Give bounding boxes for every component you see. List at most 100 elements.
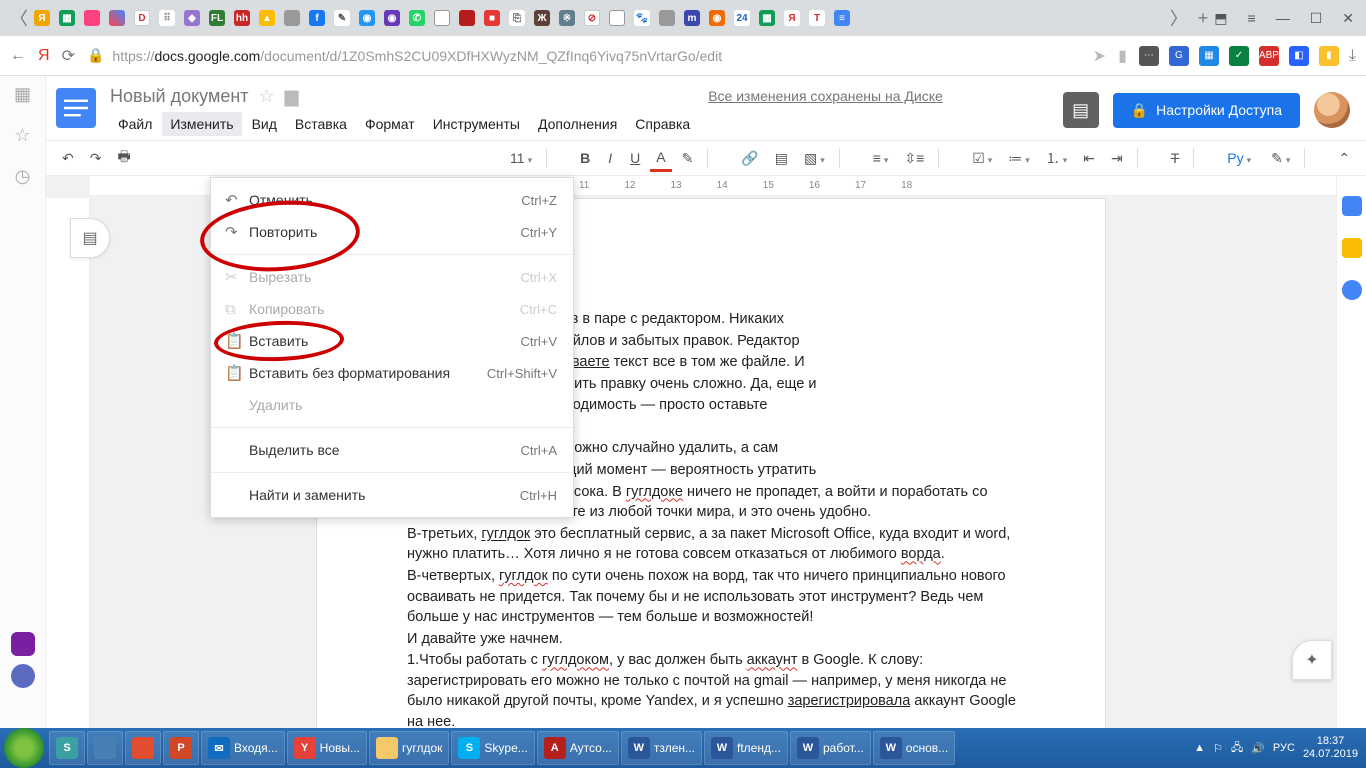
ext-icon[interactable]: ⋯ xyxy=(1139,46,1159,66)
star-icon[interactable]: ☆ xyxy=(14,125,30,146)
send-icon[interactable]: ➤ xyxy=(1093,46,1106,66)
tab-fav[interactable] xyxy=(284,10,300,26)
tray-up-icon[interactable]: ▲ xyxy=(1194,742,1205,754)
taskbar-item[interactable]: Wтзлен... xyxy=(621,731,702,765)
tab-fav[interactable]: Т xyxy=(809,10,825,26)
tab-fav[interactable] xyxy=(84,10,100,26)
tab-fav[interactable]: ▭ xyxy=(434,10,450,26)
ext-icon[interactable]: G xyxy=(1169,46,1189,66)
menu-инструменты[interactable]: Инструменты xyxy=(425,112,528,136)
menu-item-вставить-без-форматирования[interactable]: 📋Вставить без форматированияCtrl+Shift+V xyxy=(211,357,573,389)
tab-fav[interactable]: D xyxy=(134,10,150,26)
alice-icon[interactable] xyxy=(11,664,35,688)
tab-fav[interactable]: ■ xyxy=(484,10,500,26)
text-color-icon[interactable]: A xyxy=(650,145,671,172)
yandex-icon[interactable]: Я xyxy=(38,47,50,65)
tab-fav[interactable]: ▦ xyxy=(59,10,75,26)
taskbar-item[interactable] xyxy=(125,731,161,765)
tray-network-icon[interactable]: 🖧 xyxy=(1231,739,1243,758)
tabs-prev-icon[interactable]: 〈 xyxy=(6,5,32,31)
taskbar-item[interactable]: YНовы... xyxy=(287,731,367,765)
taskbar-item[interactable]: P xyxy=(163,731,199,765)
maximize-icon[interactable]: ☐ xyxy=(1310,10,1323,27)
bulleted-list-icon[interactable]: ≔ xyxy=(1002,146,1036,171)
tab-fav[interactable]: ⎘ xyxy=(509,10,525,26)
tab-fav[interactable]: ◉ xyxy=(384,10,400,26)
tab-fav[interactable]: ▲ xyxy=(259,10,275,26)
ext-icon[interactable]: ▮ xyxy=(1319,46,1339,66)
explore-icon[interactable]: ✦ xyxy=(1292,640,1332,680)
tab-fav[interactable]: Ж xyxy=(534,10,550,26)
calendar-icon[interactable] xyxy=(1342,196,1362,216)
taskbar-item[interactable]: SSkype... xyxy=(451,731,534,765)
tab-fav[interactable]: ✆ xyxy=(409,10,425,26)
downloads-icon[interactable]: ⤓ xyxy=(1349,47,1356,65)
pin-icon[interactable]: ⬒ xyxy=(1214,10,1227,27)
apps-icon[interactable]: ▦ xyxy=(14,84,31,105)
expand-icon[interactable]: ⌃ xyxy=(1332,146,1356,171)
tab-fav[interactable]: ◉ xyxy=(709,10,725,26)
taskbar-item[interactable] xyxy=(87,731,123,765)
tray-lang[interactable]: РУС xyxy=(1273,742,1295,754)
menu-item-повторить[interactable]: ↷ПовторитьCtrl+Y xyxy=(211,216,573,248)
taskbar-item[interactable]: ✉Входя... xyxy=(201,731,285,765)
sidebar-app-icon[interactable] xyxy=(11,632,35,656)
menu-item-выделить-все[interactable]: Выделить всеCtrl+A xyxy=(211,434,573,466)
tab-fav[interactable] xyxy=(659,10,675,26)
ext-icon[interactable]: ✓ xyxy=(1229,46,1249,66)
print-icon[interactable]: 🖶 xyxy=(111,142,136,174)
menu-item-отменить[interactable]: ↶ОтменитьCtrl+Z xyxy=(211,184,573,216)
tab-fav-active[interactable]: ≡ xyxy=(834,10,850,26)
taskbar-item[interactable]: S xyxy=(49,731,85,765)
menu-item-вставить[interactable]: 📋ВставитьCtrl+V xyxy=(211,325,573,357)
underline-icon[interactable]: U xyxy=(624,146,646,170)
history-icon[interactable]: ◷ xyxy=(15,166,31,187)
undo-icon[interactable]: ↶ xyxy=(56,146,80,171)
indent-less-icon[interactable]: ⇤ xyxy=(1077,146,1101,171)
taskbar-item[interactable]: Wftленд... xyxy=(704,731,788,765)
tab-fav[interactable]: ▦ xyxy=(759,10,775,26)
bold-icon[interactable]: B xyxy=(574,146,596,170)
doc-title[interactable]: Новый документ xyxy=(110,86,249,107)
menu-вставка[interactable]: Вставка xyxy=(287,112,355,136)
share-button[interactable]: 🔒 Настройки Доступа xyxy=(1113,93,1300,128)
vertical-ruler[interactable] xyxy=(46,198,90,728)
outline-toggle-icon[interactable]: ▤ xyxy=(70,218,110,258)
clear-format-icon[interactable]: T xyxy=(1165,146,1186,170)
star-doc-icon[interactable]: ☆ xyxy=(259,86,275,107)
tray-volume-icon[interactable]: 🔊 xyxy=(1251,742,1265,755)
menu-формат[interactable]: Формат xyxy=(357,112,423,136)
tasks-icon[interactable] xyxy=(1342,280,1362,300)
keep-icon[interactable] xyxy=(1342,238,1362,258)
tab-fav[interactable]: ▭ xyxy=(609,10,625,26)
checklist-icon[interactable]: ☑ xyxy=(966,146,998,171)
url-field[interactable]: 🔒 https://docs.google.com/document/d/1Z0… xyxy=(87,47,1081,64)
menu-файл[interactable]: Файл xyxy=(110,112,160,136)
tab-fav[interactable]: ⠿ xyxy=(159,10,175,26)
ext-icon[interactable]: ▦ xyxy=(1199,46,1219,66)
reload-icon[interactable]: ⟳ xyxy=(62,46,75,66)
folder-icon[interactable]: ▆ xyxy=(285,86,299,107)
tab-fav[interactable]: ※ xyxy=(559,10,575,26)
tray-flag-icon[interactable]: ⚐ xyxy=(1213,742,1223,755)
link-icon[interactable]: 🔗 xyxy=(735,146,764,171)
editing-mode-icon[interactable]: ✎ xyxy=(1265,146,1296,171)
close-icon[interactable]: ✕ xyxy=(1342,10,1354,27)
back-icon[interactable]: ← xyxy=(10,47,26,65)
taskbar-item[interactable]: гуглдок xyxy=(369,731,449,765)
tray-clock[interactable]: 18:37 24.07.2019 xyxy=(1303,735,1358,761)
image-icon[interactable]: ▧ xyxy=(798,146,831,171)
taskbar-item[interactable]: AАутсо... xyxy=(537,731,619,765)
tabs-next-icon[interactable]: 〉 xyxy=(1166,5,1192,31)
tab-fav[interactable]: 🐾 xyxy=(634,10,650,26)
menu-вид[interactable]: Вид xyxy=(244,112,285,136)
bookmark-icon[interactable]: ▮ xyxy=(1118,46,1127,66)
tab-fav[interactable] xyxy=(459,10,475,26)
line-spacing-icon[interactable]: ⇳≡ xyxy=(898,146,930,171)
ext-icon[interactable]: ◧ xyxy=(1289,46,1309,66)
ext-icon[interactable]: ABP xyxy=(1259,46,1279,66)
save-status[interactable]: Все изменения сохранены на Диске xyxy=(708,84,943,104)
tab-fav[interactable]: ◉ xyxy=(359,10,375,26)
tab-fav[interactable]: ⊘ xyxy=(584,10,600,26)
tab-fav[interactable]: m xyxy=(684,10,700,26)
